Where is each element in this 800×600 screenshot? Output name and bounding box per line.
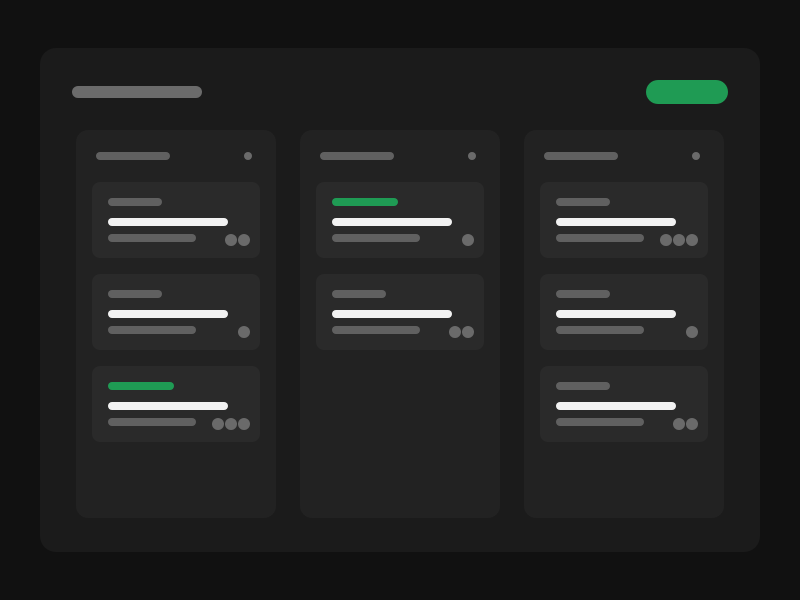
column-menu-icon[interactable] [468, 152, 476, 160]
card-assignees [462, 234, 474, 246]
task-card[interactable] [92, 274, 260, 350]
avatar [238, 418, 250, 430]
kanban-board [40, 48, 760, 552]
card-assignees [225, 234, 250, 246]
board-column [76, 130, 276, 518]
card-tag [332, 198, 398, 206]
avatar [462, 326, 474, 338]
card-tag [556, 290, 610, 298]
card-assignees [673, 418, 698, 430]
card-title [332, 218, 452, 226]
avatar [686, 418, 698, 430]
card-title [332, 310, 452, 318]
task-card[interactable] [540, 182, 708, 258]
card-subtitle [556, 234, 644, 242]
card-title [108, 218, 228, 226]
card-subtitle [108, 418, 196, 426]
card-subtitle [108, 326, 196, 334]
avatar [212, 418, 224, 430]
card-tag [332, 290, 386, 298]
column-title [96, 152, 170, 160]
card-title [556, 310, 676, 318]
add-card-button[interactable] [646, 80, 728, 104]
card-subtitle [556, 326, 644, 334]
card-tag [108, 198, 162, 206]
card-tag [108, 382, 174, 390]
task-card[interactable] [540, 274, 708, 350]
card-subtitle [556, 418, 644, 426]
card-assignees [686, 326, 698, 338]
avatar [673, 234, 685, 246]
card-tag [556, 382, 610, 390]
board-title [72, 86, 202, 98]
column-title [544, 152, 618, 160]
task-card[interactable] [92, 182, 260, 258]
task-card[interactable] [540, 366, 708, 442]
card-assignees [238, 326, 250, 338]
card-assignees [660, 234, 698, 246]
task-card[interactable] [316, 182, 484, 258]
card-title [556, 218, 676, 226]
task-card[interactable] [316, 274, 484, 350]
card-subtitle [332, 234, 420, 242]
avatar [225, 234, 237, 246]
avatar [449, 326, 461, 338]
card-title [108, 402, 228, 410]
avatar [462, 234, 474, 246]
card-assignees [212, 418, 250, 430]
card-title [108, 310, 228, 318]
avatar [686, 326, 698, 338]
card-title [556, 402, 676, 410]
avatar [238, 326, 250, 338]
card-subtitle [108, 234, 196, 242]
card-tag [556, 198, 610, 206]
card-assignees [449, 326, 474, 338]
avatar [686, 234, 698, 246]
column-title [320, 152, 394, 160]
avatar [660, 234, 672, 246]
board-column [524, 130, 724, 518]
avatar [238, 234, 250, 246]
task-card[interactable] [92, 366, 260, 442]
avatar [673, 418, 685, 430]
avatar [225, 418, 237, 430]
card-tag [108, 290, 162, 298]
board-column [300, 130, 500, 518]
column-menu-icon[interactable] [244, 152, 252, 160]
card-subtitle [332, 326, 420, 334]
column-menu-icon[interactable] [692, 152, 700, 160]
